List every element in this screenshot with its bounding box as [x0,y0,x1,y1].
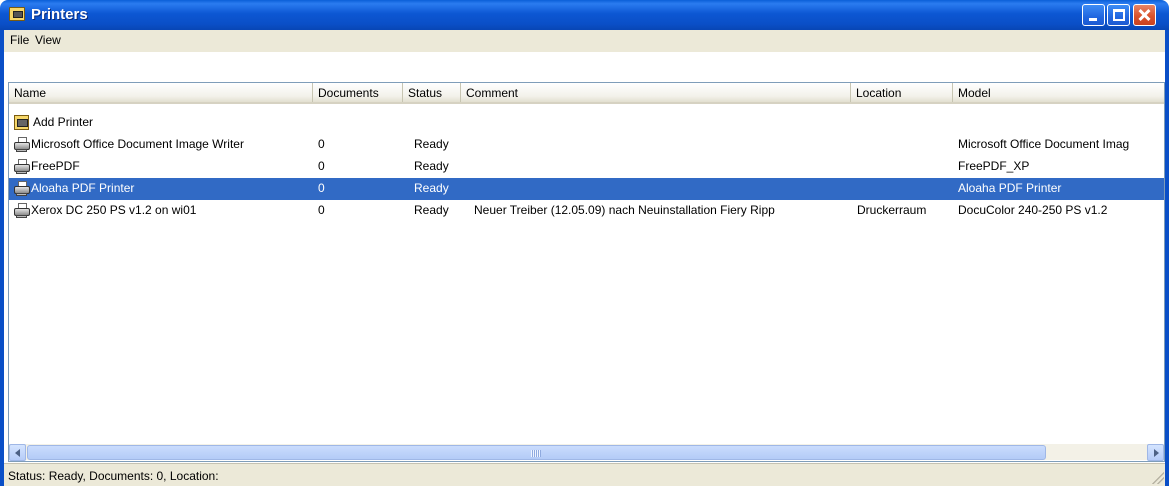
column-header-status[interactable]: Status [403,83,461,102]
printer-status: Ready [414,137,449,151]
printer-model: Microsoft Office Document Imag [958,137,1130,151]
scroll-thumb[interactable] [27,445,1046,460]
list-item[interactable]: FreePDF 0 Ready FreePDF_XP [9,156,1164,178]
column-header-comment[interactable]: Comment [461,83,851,102]
printer-documents: 0 [318,181,325,195]
network-printer-icon [13,202,31,219]
horizontal-scrollbar[interactable] [9,443,1164,461]
printer-icon [13,158,31,175]
printer-documents: 0 [318,137,325,151]
window-frame-left [0,52,4,486]
column-header-model[interactable]: Model [953,83,1164,102]
printer-status: Ready [414,203,449,217]
menu-bar: File View [0,30,1169,52]
printer-name: Microsoft Office Document Image Writer [31,137,244,151]
title-bar[interactable]: Printers [0,0,1169,30]
list-item-selected[interactable]: Aloaha PDF Printer 0 Ready Aloaha PDF Pr… [9,178,1164,200]
list-item[interactable]: Add Printer [9,112,1164,134]
arrow-right-icon [1154,449,1159,457]
scroll-left-button[interactable] [9,444,26,461]
printer-name: Xerox DC 250 PS v1.2 on wi01 [31,203,197,217]
window-title: Printers [31,6,88,23]
printers-window: Printers File View Name Documents Status… [0,0,1169,486]
printer-icon [13,180,31,197]
printer-status: Ready [414,181,449,195]
column-header-location[interactable]: Location [851,83,953,102]
column-header-name[interactable]: Name [9,83,313,102]
printer-model: Aloaha PDF Printer [958,181,1062,195]
add-printer-icon [14,115,29,130]
printer-model: DocuColor 240-250 PS v1.2 [958,203,1108,217]
list-header: Name Documents Status Comment Location M… [9,83,1164,104]
printer-documents: 0 [318,159,325,173]
printer-comment: Neuer Treiber (12.05.09) nach Neuinstall… [474,203,775,217]
maximize-button[interactable] [1107,4,1130,26]
printer-status: Ready [414,159,449,173]
printer-name: Add Printer [33,115,94,129]
printer-location: Druckerraum [857,203,927,217]
arrow-left-icon [15,449,20,457]
printers-folder-icon [9,7,25,21]
printer-name: Aloaha PDF Printer [31,181,135,195]
printer-list[interactable]: Name Documents Status Comment Location M… [8,82,1165,462]
resize-grip-icon[interactable] [1152,472,1164,484]
window-frame-right [1165,52,1169,486]
close-button[interactable] [1133,4,1156,26]
close-icon [1134,5,1155,25]
menu-view[interactable]: View [35,33,61,47]
printer-documents: 0 [318,203,325,217]
printer-name: FreePDF [31,159,80,173]
status-bar: Status: Ready, Documents: 0, Location: [4,463,1165,486]
printer-model: FreePDF_XP [958,159,1030,173]
minimize-button[interactable] [1082,4,1105,26]
status-text: Status: Ready, Documents: 0, Location: [8,469,219,483]
grip-icon [531,450,541,457]
menu-file[interactable]: File [10,33,29,47]
maximize-icon [1113,9,1125,21]
scroll-right-button[interactable] [1147,444,1164,461]
column-header-documents[interactable]: Documents [313,83,403,102]
list-item[interactable]: Xerox DC 250 PS v1.2 on wi01 0 Ready Neu… [9,200,1164,222]
minimize-icon [1089,18,1097,21]
printer-icon [13,136,31,153]
list-item[interactable]: Microsoft Office Document Image Writer 0… [9,134,1164,156]
